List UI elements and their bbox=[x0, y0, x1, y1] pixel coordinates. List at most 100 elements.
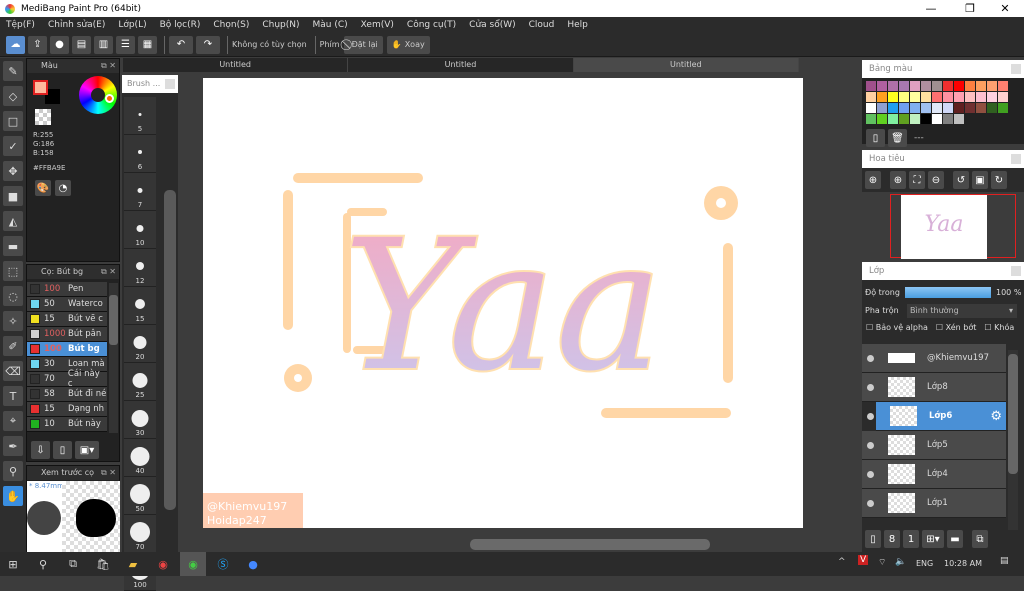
brush-size-item[interactable]: 15 bbox=[124, 287, 156, 325]
brush-item[interactable]: 50 Waterco bbox=[27, 297, 107, 312]
brush-add-cloud-icon[interactable]: ⇩ bbox=[31, 441, 50, 459]
undo-icon[interactable]: ↶ bbox=[169, 35, 193, 54]
rotate-right-icon[interactable]: ↻ bbox=[991, 171, 1007, 189]
clip-checkbox[interactable]: ☐ Xén bớt bbox=[936, 323, 976, 332]
panel-close-icon[interactable] bbox=[1011, 266, 1021, 276]
tab-untitled[interactable]: Untitled bbox=[573, 58, 799, 72]
palette-swatch[interactable] bbox=[976, 92, 986, 102]
palette-swatch[interactable] bbox=[976, 103, 986, 113]
palette-swatch[interactable] bbox=[877, 114, 887, 124]
brush-item[interactable]: 15 Dạng nh bbox=[27, 402, 107, 417]
palette-icon[interactable]: 🎨 bbox=[35, 180, 51, 196]
palette-swatch[interactable] bbox=[932, 92, 942, 102]
opacity-slider[interactable] bbox=[905, 287, 991, 298]
select-rect-icon[interactable]: ⬚ bbox=[3, 261, 23, 281]
palette-swatch[interactable] bbox=[910, 81, 920, 91]
palette-swatch[interactable] bbox=[910, 92, 920, 102]
visibility-icon[interactable] bbox=[867, 441, 874, 449]
palette-swatch[interactable] bbox=[998, 103, 1008, 113]
palette-swatch[interactable] bbox=[877, 92, 887, 102]
reset-button[interactable]: ⃠Đặt lại bbox=[343, 35, 383, 54]
palette-swatch[interactable] bbox=[932, 114, 942, 124]
store-icon[interactable]: 🛍 bbox=[90, 552, 116, 576]
lasso-icon[interactable]: ◌ bbox=[3, 286, 23, 306]
zoom-actual-icon[interactable]: ⊕ bbox=[865, 171, 881, 189]
panel-close-icon[interactable]: ⧉ ✕ bbox=[101, 265, 116, 279]
menu-item[interactable]: Công cụ(T) bbox=[407, 20, 456, 30]
dot-tool-icon[interactable]: ✓ bbox=[3, 136, 23, 156]
palette-swatch[interactable] bbox=[998, 81, 1008, 91]
notification-icon[interactable]: ▤ bbox=[1000, 556, 1009, 566]
palette-swatch[interactable] bbox=[976, 81, 986, 91]
brush-size-item[interactable]: 7 bbox=[124, 173, 156, 211]
cloud-icon[interactable]: ☁ bbox=[6, 35, 25, 54]
palette-swatch[interactable] bbox=[943, 92, 953, 102]
layer-settings-gear-icon[interactable]: ⚙ bbox=[990, 409, 1002, 424]
palette-swatch[interactable] bbox=[954, 103, 964, 113]
rotate-left-icon[interactable]: ↺ bbox=[953, 171, 969, 189]
layer-row[interactable]: Lớp4 bbox=[862, 460, 1006, 489]
search-icon[interactable]: ⚲ bbox=[30, 552, 56, 576]
navigator-viewport[interactable]: Yaa bbox=[890, 194, 1016, 259]
menu-item[interactable]: Chọn(S) bbox=[213, 20, 249, 30]
brush-item[interactable]: 10 Bút này bbox=[27, 417, 107, 432]
palette-swatch[interactable] bbox=[921, 81, 931, 91]
comment-icon[interactable]: ● bbox=[50, 35, 69, 54]
palette-swatch[interactable] bbox=[921, 103, 931, 113]
menu-item[interactable]: Chỉnh sửa(E) bbox=[48, 20, 105, 30]
folder-icon[interactable]: ▬ bbox=[947, 530, 963, 548]
operation-tool-icon[interactable]: ⌖ bbox=[3, 411, 23, 431]
new-palette-icon[interactable]: ▯ bbox=[866, 129, 885, 147]
share-icon[interactable]: ⇪ bbox=[28, 35, 47, 54]
layer-row[interactable]: Lớp6 ⚙ bbox=[867, 402, 1006, 431]
chrome-icon[interactable]: ◉ bbox=[150, 552, 176, 576]
menu-item[interactable]: Tệp(F) bbox=[6, 20, 35, 30]
brush-item[interactable]: 15 Bút vẽ c bbox=[27, 312, 107, 327]
palette-swatch[interactable] bbox=[866, 114, 876, 124]
blend-mode-select[interactable]: Bình thường ▾ bbox=[907, 303, 1017, 318]
minimize-button[interactable]: — bbox=[916, 0, 946, 17]
brush-size-item[interactable]: 10 bbox=[124, 211, 156, 249]
brush-size-item[interactable]: 25 bbox=[124, 363, 156, 401]
palette-swatch[interactable] bbox=[987, 92, 997, 102]
close-button[interactable]: ✕ bbox=[990, 0, 1020, 17]
antivirus-icon[interactable]: V bbox=[858, 555, 869, 565]
new-layer-icon[interactable]: ▯ bbox=[865, 530, 881, 548]
duplicate-layer-icon[interactable]: ⧉ bbox=[972, 530, 988, 548]
palette-swatch[interactable] bbox=[965, 81, 975, 91]
list-icon[interactable]: ☰ bbox=[116, 35, 135, 54]
eraser-tool-icon[interactable]: ◇ bbox=[3, 86, 23, 106]
grid-icon[interactable]: ▦ bbox=[138, 35, 157, 54]
palette-swatch[interactable] bbox=[866, 103, 876, 113]
clock[interactable]: 10:28 AM bbox=[944, 559, 982, 568]
page-icon[interactable]: ▥ bbox=[94, 35, 113, 54]
visibility-icon[interactable] bbox=[867, 470, 874, 478]
layer-scrollbar[interactable] bbox=[1008, 350, 1018, 530]
menu-item[interactable]: Chụp(N) bbox=[262, 20, 299, 30]
tab-untitled[interactable]: Untitled bbox=[348, 58, 574, 72]
tab-untitled[interactable]: Untitled bbox=[123, 58, 349, 72]
move-tool-icon[interactable]: ✥ bbox=[3, 161, 23, 181]
palette-settings-icon[interactable]: ◔ bbox=[55, 180, 71, 196]
menu-item[interactable]: Lớp(L) bbox=[118, 20, 146, 30]
tray-chevron-icon[interactable]: ^ bbox=[838, 557, 846, 567]
zoom-in-icon[interactable]: ⊕ bbox=[890, 171, 906, 189]
delete-palette-icon[interactable]: 🗑 bbox=[888, 129, 907, 147]
palette-swatch[interactable] bbox=[921, 92, 931, 102]
new-brush-icon[interactable]: ▯ bbox=[53, 441, 72, 459]
visibility-icon[interactable] bbox=[867, 383, 874, 391]
palette-swatch[interactable] bbox=[877, 103, 887, 113]
flip-icon[interactable]: ▣ bbox=[972, 171, 988, 189]
palette-swatch[interactable] bbox=[888, 92, 898, 102]
task-view-icon[interactable]: ⧉ bbox=[60, 552, 86, 576]
palette-swatch[interactable] bbox=[954, 81, 964, 91]
palette-swatch[interactable] bbox=[877, 81, 887, 91]
brush-size-item[interactable]: 5 bbox=[124, 97, 156, 135]
gradient-tool-icon[interactable]: ▬ bbox=[3, 236, 23, 256]
fill-rect-icon[interactable]: ■ bbox=[3, 186, 23, 206]
zoom-app-icon[interactable]: ● bbox=[240, 552, 266, 576]
redo-icon[interactable]: ↷ bbox=[196, 35, 220, 54]
foreground-color-swatch[interactable] bbox=[33, 80, 48, 95]
brush-item[interactable]: 58 Bút đi né bbox=[27, 387, 107, 402]
new-8bit-layer-icon[interactable]: 8 bbox=[884, 530, 900, 548]
